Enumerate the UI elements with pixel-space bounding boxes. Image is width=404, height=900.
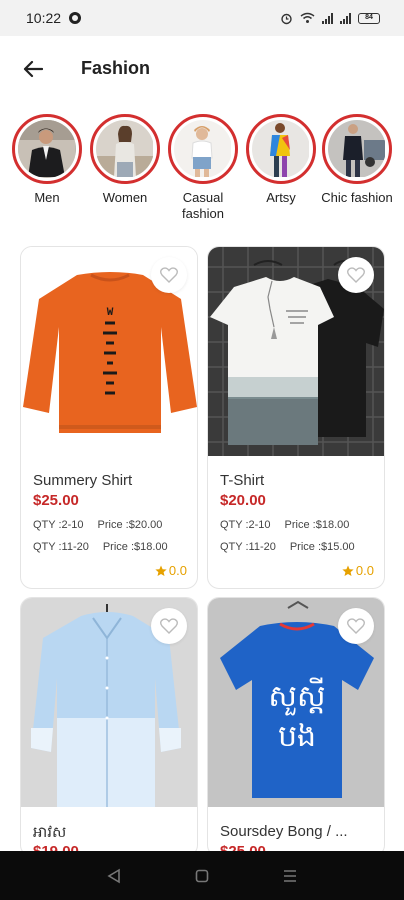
- category-avatar: [12, 114, 82, 184]
- product-price: $25.00: [33, 492, 79, 509]
- qty-tier-2: QTY :11-20 Price :$15.00: [220, 541, 355, 553]
- tier-price: Price :$18.00: [102, 541, 168, 553]
- arrow-left-icon: [23, 60, 43, 78]
- tier-price: Price :$18.00: [284, 519, 350, 531]
- star-icon: [155, 565, 167, 576]
- category-women[interactable]: Women: [89, 114, 161, 206]
- signal-icon-2: [340, 12, 351, 24]
- heart-icon: [347, 618, 365, 634]
- app-notification-icon: [69, 12, 82, 24]
- category-label: Casual fashion: [182, 190, 224, 221]
- nav-home-button[interactable]: [192, 866, 212, 886]
- category-avatar: [168, 114, 238, 184]
- status-left: 10:22: [26, 10, 82, 26]
- category-image: [96, 120, 154, 178]
- status-right: 84: [280, 12, 380, 25]
- qty-range: QTY :2-10: [220, 519, 271, 531]
- app-bar: Fashion: [0, 36, 404, 102]
- status-time: 10:22: [26, 10, 62, 26]
- star-icon: [342, 565, 354, 576]
- product-name: អាវស: [33, 824, 67, 841]
- category-avatar: [90, 114, 160, 184]
- qty-tier-2: QTY :11-20 Price :$18.00: [33, 541, 168, 553]
- product-rating: 0.0: [342, 563, 374, 578]
- favorite-button[interactable]: [338, 257, 374, 293]
- category-image: [18, 120, 76, 178]
- wifi-icon: [300, 12, 315, 23]
- heart-icon: [160, 618, 178, 634]
- shirt-print-line-1: សួស្តី: [268, 677, 325, 716]
- product-name: Soursdey Bong / ...: [220, 823, 348, 840]
- product-name: Summery Shirt: [33, 472, 133, 489]
- category-casual-fashion[interactable]: Casual fashion: [167, 114, 239, 222]
- nav-menu-button[interactable]: [280, 866, 300, 886]
- favorite-button[interactable]: [338, 608, 374, 644]
- svg-text:W: W: [107, 307, 114, 319]
- page-title: Fashion: [81, 58, 151, 78]
- product-card[interactable]: T-Shirt $20.00 QTY :2-10 Price :$18.00 Q…: [207, 246, 385, 589]
- category-image: [252, 120, 310, 178]
- rating-value: 0.0: [355, 563, 374, 578]
- qty-range: QTY :11-20: [33, 541, 89, 553]
- category-men[interactable]: Men: [11, 114, 83, 206]
- category-avatar: [322, 114, 392, 184]
- square-home-icon: [195, 869, 209, 882]
- qty-range: QTY :11-20: [220, 541, 276, 553]
- favorite-button[interactable]: [151, 608, 187, 644]
- battery-icon: 84: [358, 12, 380, 24]
- qty-tier-1: QTY :2-10 Price :$18.00: [220, 519, 349, 531]
- category-avatar: [246, 114, 316, 184]
- qty-tier-1: QTY :2-10 Price :$20.00: [33, 519, 162, 531]
- heart-icon: [347, 267, 365, 283]
- category-label: Women: [102, 190, 148, 205]
- menu-lines-icon: [284, 869, 296, 882]
- product-price: $20.00: [220, 492, 266, 509]
- product-rating: 0.0: [155, 563, 187, 578]
- nav-back-button[interactable]: [104, 866, 124, 886]
- product-name: T-Shirt: [220, 472, 265, 489]
- signal-icon-1: [322, 12, 333, 24]
- rating-value: 0.0: [168, 563, 187, 578]
- category-label: Chic fashion: [321, 190, 393, 205]
- category-label: Men: [34, 190, 60, 205]
- alarm-icon: [281, 13, 292, 24]
- tier-price: Price :$20.00: [97, 519, 163, 531]
- category-chic-fashion[interactable]: Chic fashion: [321, 114, 393, 206]
- status-bar: 10:22 84: [0, 0, 404, 36]
- category-list: Men Women Casual fashion Artsy Chic fash…: [0, 114, 404, 224]
- favorite-button[interactable]: [151, 257, 187, 293]
- category-image: [174, 120, 232, 178]
- category-image: [328, 120, 386, 178]
- product-card[interactable]: សួស្តី បង Soursdey Bong / ... $25.00: [207, 597, 385, 857]
- heart-icon: [160, 267, 178, 283]
- system-nav-bar: [0, 851, 404, 900]
- back-button[interactable]: [20, 56, 46, 82]
- category-artsy[interactable]: Artsy: [245, 114, 317, 206]
- triangle-back-icon: [107, 868, 120, 883]
- tier-price: Price :$15.00: [289, 541, 355, 553]
- product-card[interactable]: អាវស $19.00: [20, 597, 198, 857]
- qty-range: QTY :2-10: [33, 519, 84, 531]
- category-label: Artsy: [266, 190, 296, 205]
- product-card[interactable]: W Summery Shirt $25.00 QTY :2-10 Price :…: [20, 246, 198, 589]
- shirt-print-line-2: បង: [278, 719, 316, 754]
